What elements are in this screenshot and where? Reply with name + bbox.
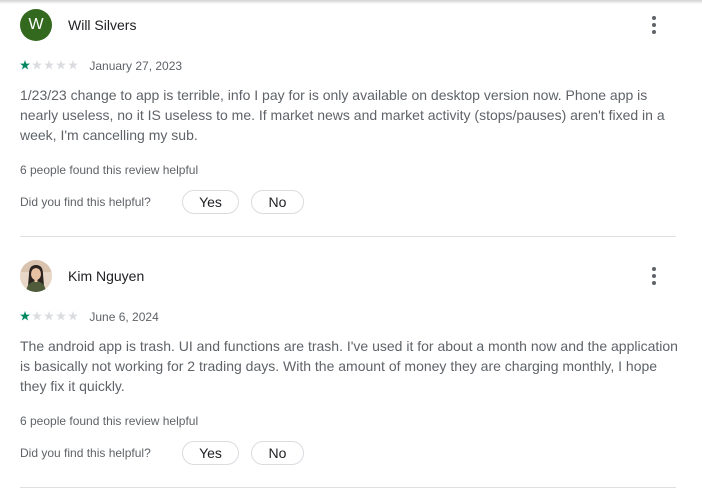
helpful-yes-button[interactable]: Yes bbox=[182, 441, 239, 465]
star-rating bbox=[20, 309, 82, 325]
review-meta: June 6, 2024 bbox=[20, 309, 676, 325]
review-text: The android app is trash. UI and functio… bbox=[20, 338, 678, 394]
review-date: January 27, 2023 bbox=[89, 59, 183, 73]
avatar-photo bbox=[20, 260, 52, 292]
more-vert-icon bbox=[652, 16, 656, 34]
star-empty-icon bbox=[44, 311, 54, 321]
review-header: W Will Silvers bbox=[20, 9, 676, 41]
star-empty-icon bbox=[44, 60, 54, 70]
star-empty-icon bbox=[32, 60, 42, 70]
more-options-button[interactable] bbox=[642, 264, 666, 288]
helpful-question: Did you find this helpful? bbox=[20, 195, 151, 209]
helpful-feedback: Did you find this helpful? Yes No bbox=[20, 441, 676, 465]
star-filled-icon bbox=[20, 311, 30, 321]
reviews-page: W Will Silvers January 27, 2023 1/23/23 … bbox=[0, 0, 702, 500]
helpful-no-button[interactable]: No bbox=[251, 190, 304, 214]
star-empty-icon bbox=[68, 311, 78, 321]
author-name: Kim Nguyen bbox=[68, 268, 145, 284]
more-options-button[interactable] bbox=[642, 13, 666, 37]
review-header: Kim Nguyen bbox=[20, 260, 676, 292]
avatar: W bbox=[20, 9, 52, 41]
avatar bbox=[20, 260, 52, 292]
review-card: Kim Nguyen June 6, 2024 The android app … bbox=[20, 260, 678, 465]
star-filled-icon bbox=[20, 60, 30, 70]
avatar-letter: W bbox=[28, 16, 44, 33]
helpful-question: Did you find this helpful? bbox=[20, 446, 151, 460]
helpful-yes-button[interactable]: Yes bbox=[182, 190, 239, 214]
more-vert-icon bbox=[652, 267, 656, 285]
review-divider bbox=[20, 236, 676, 237]
star-empty-icon bbox=[68, 60, 78, 70]
star-empty-icon bbox=[32, 311, 42, 321]
helpful-no-button[interactable]: No bbox=[251, 441, 304, 465]
helpful-count: 6 people found this review helpful bbox=[20, 163, 199, 177]
star-rating bbox=[20, 58, 82, 74]
review-divider bbox=[20, 487, 676, 488]
review-date: June 6, 2024 bbox=[89, 310, 159, 324]
review-text: 1/23/23 change to app is terrible, info … bbox=[20, 87, 665, 143]
helpful-feedback: Did you find this helpful? Yes No bbox=[20, 190, 676, 214]
review-meta: January 27, 2023 bbox=[20, 58, 676, 74]
star-empty-icon bbox=[56, 311, 66, 321]
review-card: W Will Silvers January 27, 2023 1/23/23 … bbox=[20, 9, 676, 214]
top-shadow bbox=[0, 0, 702, 4]
helpful-count: 6 people found this review helpful bbox=[20, 414, 199, 428]
star-empty-icon bbox=[56, 60, 66, 70]
author-name: Will Silvers bbox=[68, 17, 137, 33]
